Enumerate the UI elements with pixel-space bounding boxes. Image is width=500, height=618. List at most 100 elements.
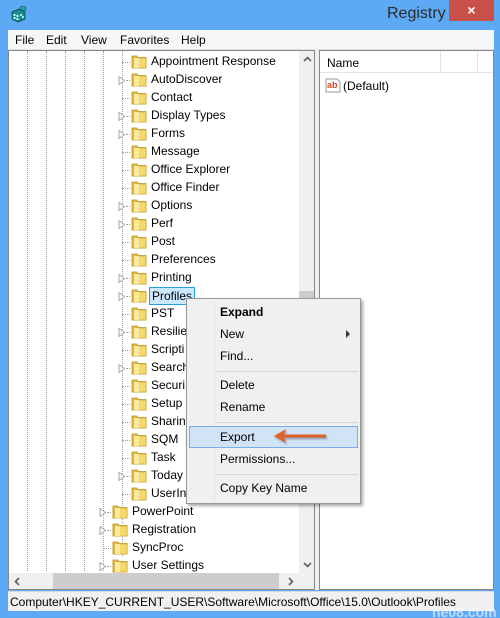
folder-icon <box>131 216 147 231</box>
context-menu: Expand New Find... Delete Rename Export … <box>186 298 361 504</box>
expand-arrow-icon[interactable] <box>118 220 126 229</box>
folder-icon <box>131 270 147 285</box>
folder-icon <box>131 234 147 249</box>
tree-item-label: SQM <box>151 432 179 446</box>
expand-arrow-icon[interactable] <box>118 274 126 283</box>
menu-favorites[interactable]: Favorites <box>120 33 169 47</box>
tree-item[interactable]: Registration <box>9 521 299 539</box>
tree-item[interactable]: Display Types <box>9 107 299 125</box>
folder-icon <box>131 306 147 321</box>
menu-edit[interactable]: Edit <box>46 33 67 47</box>
tree-item-label: Post <box>151 234 176 248</box>
scroll-up-arrow-icon[interactable] <box>299 51 314 68</box>
folder-icon <box>131 108 147 123</box>
tree-item-label: User Settings <box>132 558 205 572</box>
column-header-name[interactable]: Name <box>327 56 359 70</box>
menu-help[interactable]: Help <box>181 33 206 47</box>
column-divider[interactable] <box>477 51 478 73</box>
scroll-left-arrow-icon[interactable] <box>9 573 26 589</box>
tree-item[interactable]: Options <box>9 197 299 215</box>
tree-item[interactable]: Office Explorer <box>9 161 299 179</box>
folder-icon <box>112 522 128 537</box>
tree-item[interactable]: PowerPoint <box>9 503 299 521</box>
tree-item-label: AutoDiscover <box>151 72 223 86</box>
tree-horizontal-scroll-thumb[interactable] <box>53 573 279 589</box>
menu-separator <box>217 474 358 475</box>
tree-item[interactable]: Perf <box>9 215 299 233</box>
submenu-arrow-icon <box>346 330 350 338</box>
menu-item-new[interactable]: New <box>189 323 358 345</box>
close-button[interactable]: × <box>449 0 494 21</box>
menu-bar: File Edit View Favorites Help <box>8 30 494 50</box>
key-path: Computer\HKEY_CURRENT_USER\Software\Micr… <box>10 595 456 609</box>
scroll-down-arrow-icon[interactable] <box>299 556 314 573</box>
folder-icon <box>131 252 147 267</box>
folder-icon <box>131 90 147 105</box>
tree-connector <box>107 530 111 531</box>
tree-item-label: Printing <box>151 270 192 284</box>
tree-item[interactable]: Preferences <box>9 251 299 269</box>
tree-item[interactable]: Office Finder <box>9 179 299 197</box>
expand-arrow-icon[interactable] <box>118 292 126 301</box>
expand-arrow-icon[interactable] <box>118 130 126 139</box>
tree-item-label: Office Explorer <box>151 162 231 176</box>
tree-item-label: UserIn <box>151 486 187 500</box>
tree-item[interactable]: Post <box>9 233 299 251</box>
expand-arrow-icon[interactable] <box>118 76 126 85</box>
tree-connector <box>122 98 130 99</box>
menu-item-find[interactable]: Find... <box>189 345 358 367</box>
menu-file[interactable]: File <box>15 33 34 47</box>
tree-item[interactable]: AutoDiscover <box>9 71 299 89</box>
scroll-right-arrow-icon[interactable] <box>282 573 299 589</box>
tree-item[interactable]: Contact <box>9 89 299 107</box>
tree-connector <box>122 458 130 459</box>
tree-connector <box>126 206 130 207</box>
menu-view[interactable]: View <box>81 33 107 47</box>
menu-item-rename[interactable]: Rename <box>189 396 358 418</box>
folder-icon <box>131 414 147 429</box>
tree-item[interactable]: Appointment Response <box>9 53 299 71</box>
tree-connector <box>122 440 130 441</box>
tree-connector <box>122 242 130 243</box>
expand-arrow-icon[interactable] <box>118 328 126 337</box>
expand-arrow-icon[interactable] <box>99 508 107 517</box>
expand-arrow-icon[interactable] <box>118 472 126 481</box>
svg-text:ab: ab <box>327 80 338 90</box>
tree-item[interactable]: Forms <box>9 125 299 143</box>
expand-arrow-icon[interactable] <box>99 562 107 571</box>
folder-icon <box>131 162 147 177</box>
tree-connector <box>122 494 130 495</box>
value-row[interactable]: ab (Default) <box>325 77 485 95</box>
tree-item[interactable]: Message <box>9 143 299 161</box>
tree-connector <box>122 62 130 63</box>
folder-icon <box>131 126 147 141</box>
expand-arrow-icon[interactable] <box>118 364 126 373</box>
menu-item-delete[interactable]: Delete <box>189 374 358 396</box>
folder-icon <box>131 468 147 483</box>
expand-arrow-icon[interactable] <box>118 112 126 121</box>
expand-arrow-icon[interactable] <box>99 526 107 535</box>
tree-item-label: Resilie <box>151 324 188 338</box>
tree-item-label: Perf <box>151 216 174 230</box>
menu-item-expand[interactable]: Expand <box>189 301 358 323</box>
tree-item[interactable]: Printing <box>9 269 299 287</box>
folder-icon <box>131 342 147 357</box>
folder-icon <box>131 396 147 411</box>
tree-item-label: Setup <box>151 396 183 410</box>
string-value-ab-icon: ab <box>325 78 341 93</box>
column-divider[interactable] <box>440 51 441 73</box>
watermark: ne08.com <box>432 604 497 618</box>
tree-item-label: Contact <box>151 90 193 104</box>
menu-item-label: Copy Key Name <box>220 481 308 495</box>
menu-separator <box>217 371 358 372</box>
tree-item[interactable]: SyncProc <box>9 539 299 557</box>
tree-connector <box>126 368 130 369</box>
tree-connector <box>126 476 130 477</box>
menu-item-copy-key-name[interactable]: Copy Key Name <box>189 477 358 499</box>
expand-arrow-icon[interactable] <box>118 202 126 211</box>
tree-connector <box>126 134 130 135</box>
menu-item-label: Find... <box>220 349 254 363</box>
menu-item-permissions[interactable]: Permissions... <box>189 448 358 470</box>
tree-horizontal-scrollbar[interactable] <box>9 573 299 589</box>
menu-item-label: Delete <box>220 378 255 392</box>
